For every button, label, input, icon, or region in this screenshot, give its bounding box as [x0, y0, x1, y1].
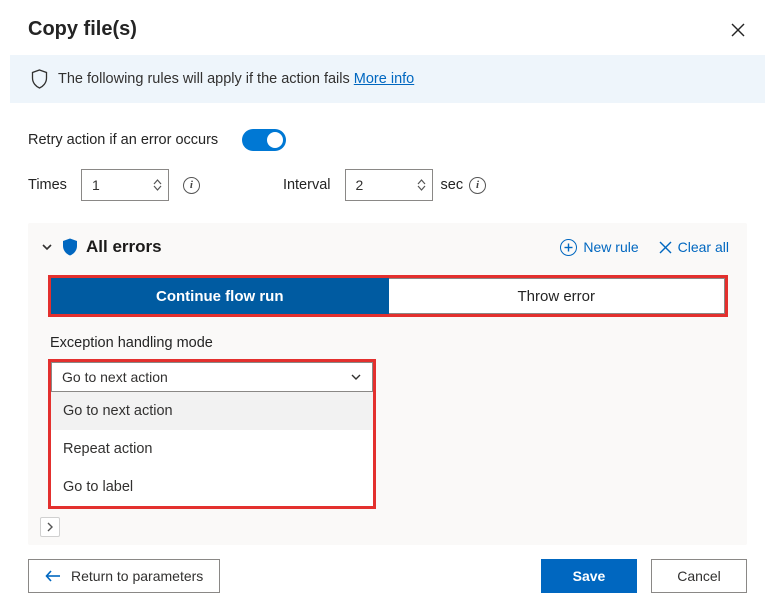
info-banner: The following rules will apply if the ac… — [10, 55, 765, 103]
mode-dropdown-group: Go to next action Go to next action Repe… — [48, 359, 376, 509]
mode-option-label[interactable]: Go to label — [51, 468, 373, 506]
chevron-down-icon — [350, 371, 362, 383]
chevron-right-icon — [45, 522, 55, 532]
tab-continue-flow[interactable]: Continue flow run — [51, 278, 389, 314]
mode-dropdown[interactable]: Go to next action — [51, 362, 373, 392]
interval-input[interactable]: 2 — [345, 169, 433, 201]
mode-value: Go to next action — [62, 369, 168, 385]
close-button[interactable] — [729, 21, 747, 39]
dialog-title: Copy file(s) — [28, 18, 137, 41]
mode-option-next-action[interactable]: Go to next action — [51, 392, 373, 430]
times-value: 1 — [92, 177, 100, 193]
mode-option-repeat[interactable]: Repeat action — [51, 430, 373, 468]
chevron-down-icon — [417, 185, 426, 191]
arrow-left-icon — [45, 570, 61, 582]
times-label: Times — [28, 177, 67, 193]
new-rule-label: New rule — [583, 239, 638, 255]
x-icon — [659, 241, 672, 254]
errors-title: All errors — [86, 237, 162, 257]
chevron-down-icon — [153, 185, 162, 191]
new-rule-button[interactable]: New rule — [560, 239, 638, 256]
interval-info-icon[interactable]: i — [469, 177, 486, 194]
more-info-link[interactable]: More info — [354, 71, 414, 87]
interval-label: Interval — [283, 177, 331, 193]
clear-all-label: Clear all — [678, 239, 729, 255]
interval-spinner[interactable] — [417, 179, 426, 191]
shield-icon — [62, 238, 78, 256]
info-text: The following rules will apply if the ac… — [58, 71, 414, 87]
tab-throw-error[interactable]: Throw error — [389, 278, 726, 314]
save-button[interactable]: Save — [541, 559, 637, 593]
close-icon — [731, 23, 745, 37]
mode-label: Exception handling mode — [50, 335, 729, 351]
retry-label: Retry action if an error occurs — [28, 132, 218, 148]
retry-toggle[interactable] — [242, 129, 286, 151]
shield-icon — [30, 69, 48, 89]
times-spinner[interactable] — [153, 179, 162, 191]
return-to-parameters-button[interactable]: Return to parameters — [28, 559, 220, 593]
errors-collapse-toggle[interactable] — [40, 240, 54, 254]
return-label: Return to parameters — [71, 568, 203, 584]
cancel-button[interactable]: Cancel — [651, 559, 747, 593]
toggle-knob-icon — [267, 132, 283, 148]
mode-dropdown-list: Go to next action Repeat action Go to la… — [51, 392, 373, 506]
times-input[interactable]: 1 — [81, 169, 169, 201]
clear-all-button[interactable]: Clear all — [659, 239, 729, 255]
interval-unit: sec — [441, 177, 464, 193]
error-action-tabs: Continue flow run Throw error — [48, 275, 728, 317]
interval-value: 2 — [356, 177, 364, 193]
times-info-icon[interactable]: i — [183, 177, 200, 194]
plus-circle-icon — [560, 239, 577, 256]
chevron-down-icon — [41, 241, 53, 253]
advanced-expand-button[interactable] — [40, 517, 60, 537]
